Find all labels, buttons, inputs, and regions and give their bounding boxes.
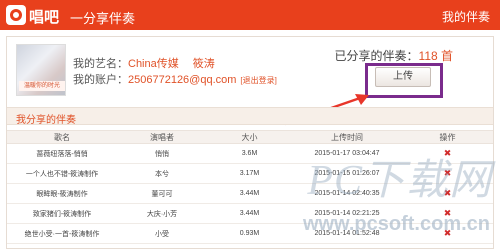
song-name: 绝世小受·一首-筱涛制作: [24, 230, 100, 238]
watermark-url: www.pcsoft.com.cn: [302, 213, 490, 235]
page-title: 一分享伴奏: [70, 11, 136, 26]
singer-name: 董可可: [151, 190, 173, 198]
singer-name: 大庆·小芳: [146, 210, 178, 218]
account-value: 2506772126@qq.com: [128, 74, 237, 86]
logo-icon[interactable]: [6, 5, 26, 25]
artist-name-extra: 筱涛: [192, 58, 215, 70]
shared-count: 已分享的伴奏：118 首: [335, 47, 453, 64]
logout-link[interactable]: [退出登录]: [240, 76, 276, 85]
section-title: 我分享的伴奏: [16, 115, 76, 126]
upload-button[interactable]: 上传: [375, 67, 431, 87]
column-header-singer: 演唱者: [150, 132, 174, 142]
artist-name-value: China传媒: [128, 58, 179, 70]
file-size: 3.17M: [239, 170, 260, 177]
artist-name-row: 我的艺名：China传媒 筱涛: [73, 55, 215, 71]
shared-count-label: 已分享的伴奏：: [334, 49, 419, 63]
shared-count-value: 118 首: [418, 49, 453, 63]
singer-name: 小受: [155, 230, 169, 238]
artist-name-label: 我的艺名：: [73, 58, 128, 70]
account-row: 我的账户：2506772126@qq.com [退出登录]: [73, 71, 277, 87]
table-header: 歌名 演唱者 大小 上传时间 操作: [7, 130, 493, 144]
watermark-text: PC下载网: [307, 158, 492, 204]
column-header-song: 歌名: [54, 132, 70, 142]
song-name: 蔷薇纽落落-悄悄: [36, 150, 88, 158]
top-bar: 唱吧 一分享伴奏 我的伴奏: [0, 0, 500, 30]
file-size: 0.93M: [239, 230, 260, 237]
song-name: 一个人也不错-筱涛制作: [25, 170, 99, 178]
avatar: 温暖你的时光: [16, 44, 66, 96]
column-header-action: 操作: [439, 132, 456, 142]
column-header-size: 大小: [241, 132, 258, 142]
file-size: 3.6M: [241, 150, 258, 157]
my-songs-link[interactable]: 我的伴奏: [442, 8, 490, 25]
song-name: 致家猪们-筱涛制作: [32, 210, 92, 218]
file-size: 3.44M: [239, 190, 260, 197]
section-header: 我分享的伴奏: [7, 107, 493, 126]
file-size: 3.44M: [239, 210, 260, 217]
column-header-time: 上传时间: [331, 132, 363, 142]
logo-text[interactable]: 唱吧: [29, 6, 59, 27]
singer-name: 本兮: [155, 170, 169, 178]
singer-name: 悄悄: [155, 150, 169, 158]
avatar-caption: 温暖你的时光: [19, 81, 65, 91]
account-label: 我的账户：: [73, 74, 128, 86]
song-name: 眼眸眼-筱涛制作: [36, 190, 88, 198]
